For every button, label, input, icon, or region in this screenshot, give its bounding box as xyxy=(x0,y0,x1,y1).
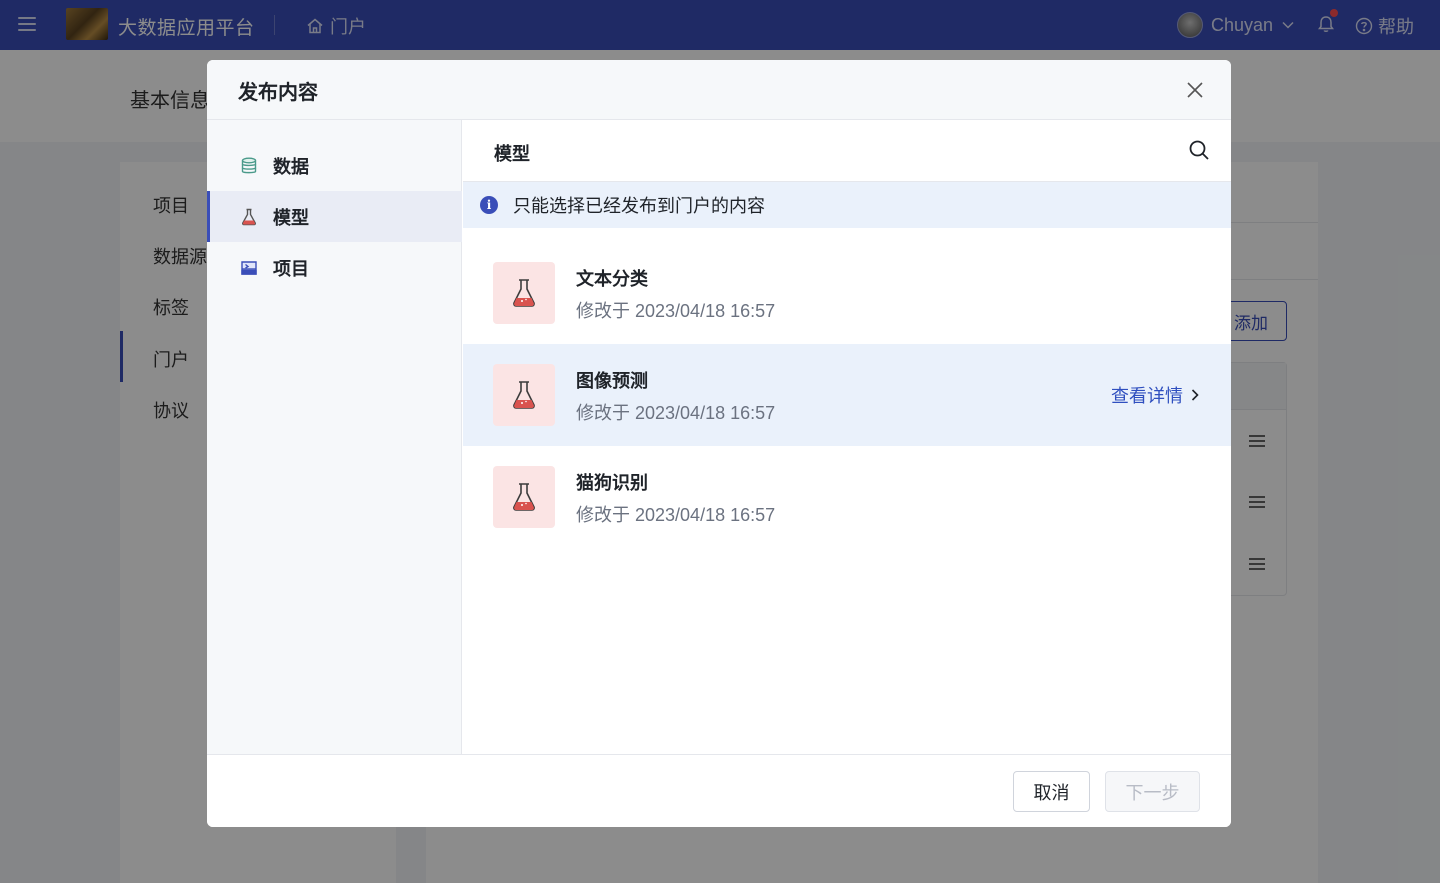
menu-item-label: 项目 xyxy=(273,258,309,279)
list-item[interactable]: 图像预测 修改于 2023/04/18 16:57 查看详情 xyxy=(463,344,1231,446)
project-icon xyxy=(241,260,257,275)
chevron-right-icon xyxy=(1191,389,1199,401)
list-item[interactable]: 文本分类 修改于 2023/04/18 16:57 xyxy=(463,242,1231,344)
database-icon xyxy=(241,157,257,173)
flask-icon xyxy=(513,381,535,409)
publish-content-dialog: 发布内容 数据 模型 项目 模型 i 只能选择已经发布到门户的内容 文本分类 修… xyxy=(207,60,1231,827)
model-thumbnail xyxy=(493,466,555,528)
modified-time: 修改于 2023/04/18 16:57 xyxy=(576,505,776,525)
modified-time: 修改于 2023/04/18 16:57 xyxy=(576,403,776,423)
model-name: 猫狗识别 xyxy=(576,473,648,493)
close-icon[interactable] xyxy=(1183,78,1207,102)
menu-item-label: 模型 xyxy=(273,207,309,228)
dialog-title: 发布内容 xyxy=(238,82,318,104)
model-name: 文本分类 xyxy=(576,269,648,289)
model-thumbnail xyxy=(493,364,555,426)
cancel-button[interactable]: 取消 xyxy=(1013,771,1090,812)
modified-time: 修改于 2023/04/18 16:57 xyxy=(576,301,776,321)
list-item[interactable]: 猫狗识别 修改于 2023/04/18 16:57 xyxy=(463,446,1231,548)
view-details-label: 查看详情 xyxy=(1111,386,1183,406)
content-title: 模型 xyxy=(494,144,530,164)
model-thumbnail xyxy=(493,262,555,324)
menu-item-model[interactable]: 模型 xyxy=(207,191,462,242)
flask-icon xyxy=(242,208,256,225)
model-name: 图像预测 xyxy=(576,371,648,391)
menu-item-project[interactable]: 项目 xyxy=(207,242,462,293)
info-icon: i xyxy=(480,196,498,214)
menu-item-data[interactable]: 数据 xyxy=(207,140,462,191)
content-type-menu: 数据 模型 项目 xyxy=(207,120,462,754)
flask-icon xyxy=(513,279,535,307)
dialog-footer: 取消 下一步 xyxy=(207,754,1231,827)
notice-text: 只能选择已经发布到门户的内容 xyxy=(513,196,765,216)
menu-item-label: 数据 xyxy=(273,156,309,177)
dialog-header: 发布内容 xyxy=(207,60,1231,120)
content-header: 模型 xyxy=(463,120,1231,182)
search-icon[interactable] xyxy=(1188,139,1210,161)
flask-icon xyxy=(513,483,535,511)
view-details-link[interactable]: 查看详情 xyxy=(1111,382,1201,408)
next-step-button: 下一步 xyxy=(1105,771,1200,812)
info-notice: i 只能选择已经发布到门户的内容 xyxy=(463,182,1231,228)
